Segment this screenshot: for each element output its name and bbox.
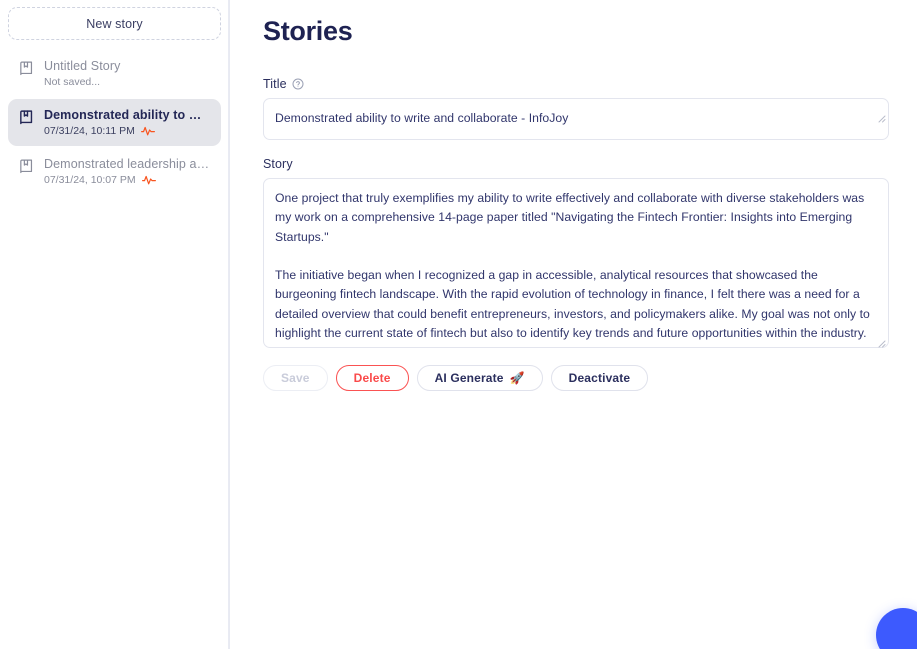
- story-list: Untitled Story Not saved... Demonstrated…: [8, 50, 221, 195]
- new-story-button[interactable]: New story: [8, 7, 221, 40]
- pulse-icon: [141, 174, 156, 186]
- story-input-wrapper: One project that truly exemplifies my ab…: [263, 178, 889, 348]
- story-item-title: Demonstrated leadership at Vee...: [44, 157, 211, 171]
- title-label-text: Title: [263, 77, 287, 91]
- title-input-wrapper: Demonstrated ability to write and collab…: [263, 98, 889, 140]
- page-title: Stories: [263, 16, 353, 46]
- sidebar-item-untitled-story[interactable]: Untitled Story Not saved...: [8, 50, 221, 97]
- pulse-icon: [140, 125, 155, 137]
- sidebar-item-demonstrated-leadership[interactable]: Demonstrated leadership at Vee... 07/31/…: [8, 148, 221, 195]
- story-item-meta: Not saved...: [44, 76, 211, 88]
- story-text: Untitled Story Not saved...: [44, 59, 211, 88]
- sidebar-item-demonstrated-ability[interactable]: Demonstrated ability to write an... 07/3…: [8, 99, 221, 146]
- story-item-date: 07/31/24, 10:11 PM: [44, 125, 135, 137]
- question-circle-icon[interactable]: [292, 78, 304, 90]
- main-content: Stories Title Demonstrated ability to wr…: [230, 0, 917, 649]
- deactivate-button[interactable]: Deactivate: [550, 365, 649, 391]
- book-icon: [18, 109, 35, 131]
- title-input[interactable]: Demonstrated ability to write and collab…: [263, 98, 889, 140]
- story-input[interactable]: One project that truly exemplifies my ab…: [263, 178, 889, 348]
- story-item-meta: 07/31/24, 10:07 PM: [44, 174, 211, 186]
- deactivate-label: Deactivate: [568, 371, 631, 385]
- story-item-title: Demonstrated ability to write an...: [44, 108, 211, 122]
- story-item-date: 07/31/24, 10:07 PM: [44, 174, 136, 186]
- rocket-icon: 🚀: [509, 371, 525, 385]
- story-item-date: Not saved...: [44, 76, 101, 88]
- save-label: Save: [281, 371, 310, 385]
- story-label-text: Story: [263, 157, 293, 171]
- sidebar-divider: [228, 0, 229, 649]
- delete-label: Delete: [353, 371, 391, 385]
- save-button[interactable]: Save: [263, 365, 328, 391]
- ai-generate-button[interactable]: AI Generate 🚀: [416, 365, 543, 391]
- book-icon: [18, 158, 35, 180]
- delete-button[interactable]: Delete: [335, 365, 409, 391]
- title-field-label: Title: [263, 77, 889, 91]
- story-item-meta: 07/31/24, 10:11 PM: [44, 125, 211, 137]
- app-root: New story Untitled Story Not saved... De…: [0, 0, 917, 649]
- new-story-label: New story: [86, 16, 143, 31]
- story-field-label: Story: [263, 157, 889, 171]
- story-text: Demonstrated leadership at Vee... 07/31/…: [44, 157, 211, 186]
- sidebar: New story Untitled Story Not saved... De…: [0, 0, 230, 649]
- ai-generate-label: AI Generate: [434, 371, 504, 385]
- story-text: Demonstrated ability to write an... 07/3…: [44, 108, 211, 137]
- action-button-row: Save Delete AI Generate 🚀 Deactivate: [263, 365, 889, 391]
- book-icon: [18, 60, 35, 82]
- story-item-title: Untitled Story: [44, 59, 121, 73]
